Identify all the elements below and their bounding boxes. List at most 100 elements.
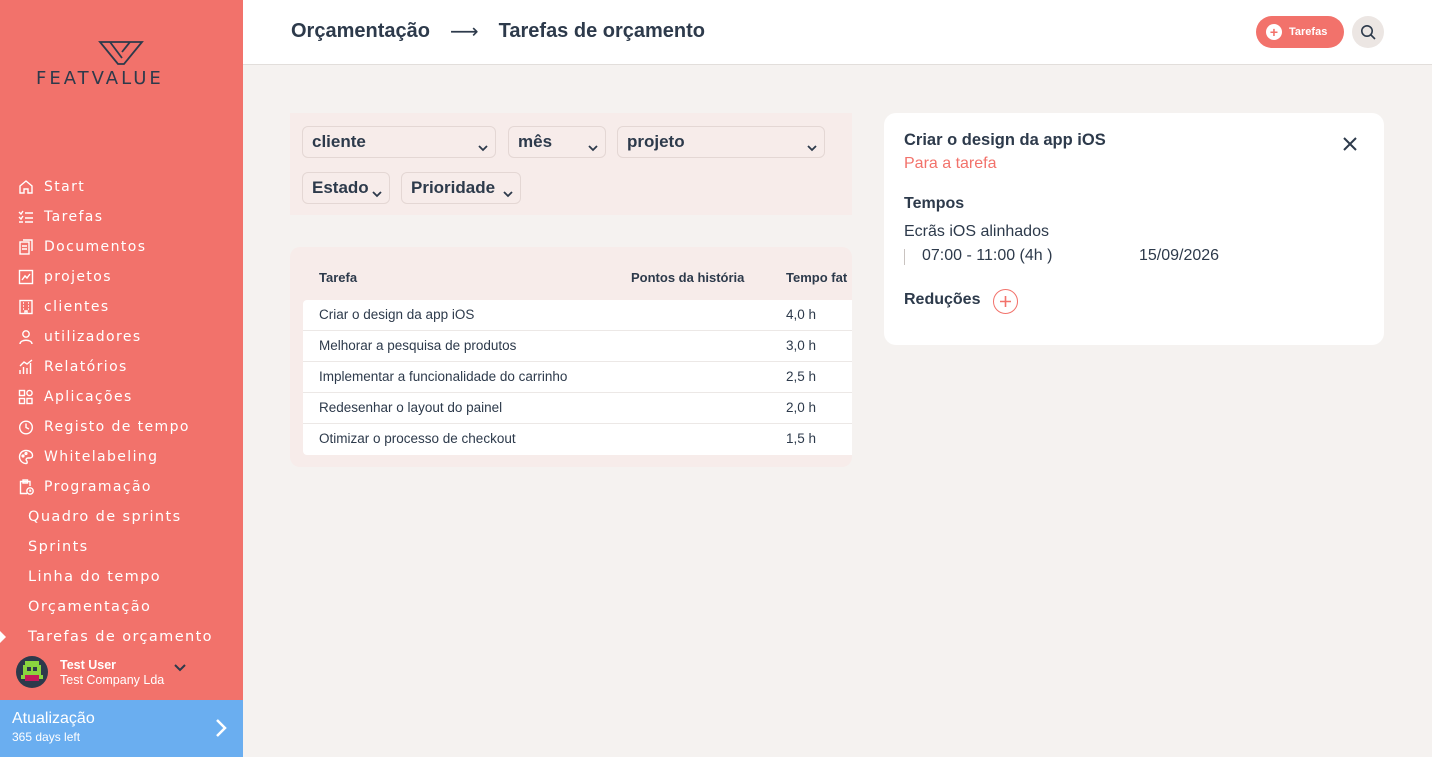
project-select-value: projeto [627, 132, 685, 151]
upgrade-title: Atualização [12, 710, 95, 727]
priority-select[interactable]: Prioridade [401, 172, 521, 204]
time-entry-date: 15/09/2026 [1139, 247, 1220, 264]
clipboard-clock-icon [17, 478, 35, 496]
logo[interactable]: FEATVALUE [36, 40, 211, 90]
status-select-value: Estado [312, 178, 369, 197]
upgrade-banner[interactable]: Atualização 365 days left [0, 700, 243, 757]
bars-icon [17, 358, 35, 376]
sidebar-item-projetos[interactable]: projetos [0, 262, 243, 292]
chevron-down-icon [478, 137, 488, 157]
table-row[interactable]: Otimizar o processo de checkout 1,5 h [303, 424, 852, 455]
close-icon[interactable] [1342, 136, 1358, 157]
sidebar-item-label: Quadro de sprints [28, 509, 182, 525]
avatar [16, 656, 48, 688]
sidebar-item-label: clientes [44, 299, 110, 315]
column-header-tarefa[interactable]: Tarefa [319, 270, 357, 285]
sidebar-item-label: projetos [44, 269, 112, 285]
task-name: Redesenhar o layout do painel [319, 400, 503, 415]
sidebar-item-label: Relatórios [44, 359, 128, 375]
sidebar-subitem-tarefas-de-orcamento[interactable]: Tarefas de orçamento [0, 622, 243, 652]
sidebar-item-label: Sprints [28, 539, 89, 555]
logo-text: FEATVALUE [36, 68, 164, 89]
breadcrumb-item-orcamentacao[interactable]: Orçamentação [291, 20, 430, 43]
user-name: Test User [60, 657, 117, 672]
chevron-down-icon [503, 183, 513, 203]
breadcrumb: Orçamentação ⟶ Tarefas de orçamento [291, 19, 705, 43]
status-select[interactable]: Estado [302, 172, 390, 204]
month-select[interactable]: mês [508, 126, 606, 158]
sidebar-item-aplicacoes[interactable]: Aplicações [0, 382, 243, 412]
user-company: Test Company Lda [60, 672, 165, 687]
sidebar-item-label: Registo de tempo [44, 419, 190, 435]
chevron-down-icon[interactable] [174, 659, 186, 677]
sidebar-item-tarefas[interactable]: Tarefas [0, 202, 243, 232]
sidebar-item-label: Orçamentação [28, 599, 152, 615]
chevron-down-icon [588, 137, 598, 157]
sidebar-subitem-sprints[interactable]: Sprints [0, 532, 243, 562]
chart-icon [17, 268, 35, 286]
table-row[interactable]: Criar o design da app iOS 4,0 h [303, 300, 852, 331]
top-header: Orçamentação ⟶ Tarefas de orçamento + Ta… [243, 0, 1432, 65]
priority-select-value: Prioridade [411, 178, 496, 197]
filters-panel: cliente mês projeto Estado Prioridade [290, 113, 852, 215]
sidebar-nav: Start Tarefas Documentos projetos client… [0, 172, 243, 652]
sidebar-subitem-orcamentacao[interactable]: Orçamentação [0, 592, 243, 622]
task-time: 4,0 h [786, 307, 817, 322]
palette-icon [17, 448, 35, 466]
user-menu[interactable]: Test User Test Company Lda [16, 652, 236, 692]
pixel-avatar-icon [21, 661, 43, 681]
sidebar-subitem-linha-do-tempo[interactable]: Linha do tempo [0, 562, 243, 592]
add-task-button[interactable]: + Tarefas [1256, 16, 1344, 48]
sidebar-subitem-quadro-de-sprints[interactable]: Quadro de sprints [0, 502, 243, 532]
logo-mark-icon [98, 41, 144, 65]
go-to-task-link[interactable]: Para a tarefa [904, 155, 997, 173]
search-icon [1361, 25, 1376, 40]
sidebar-item-documentos[interactable]: Documentos [0, 232, 243, 262]
plus-icon [1000, 296, 1011, 307]
chevron-down-icon [372, 183, 382, 203]
task-time: 2,5 h [786, 369, 817, 384]
table-body: Criar o design da app iOS 4,0 h Melhorar… [303, 300, 852, 455]
sidebar-item-label: Tarefas de orçamento [28, 629, 213, 645]
sidebar-item-relatorios[interactable]: Relatórios [0, 352, 243, 382]
sidebar-item-registo-de-tempo[interactable]: Registo de tempo [0, 412, 243, 442]
plus-icon: + [1266, 24, 1282, 40]
project-select[interactable]: projeto [617, 126, 825, 158]
building-icon [17, 298, 35, 316]
column-header-tempo[interactable]: Tempo fat [786, 270, 847, 285]
add-reduction-button[interactable] [993, 289, 1018, 314]
sidebar-item-label: Documentos [44, 239, 147, 255]
breadcrumb-item-current: Tarefas de orçamento [498, 19, 706, 42]
reductions-heading: Reduções [904, 291, 981, 308]
sidebar-item-clientes[interactable]: clientes [0, 292, 243, 322]
search-button[interactable] [1352, 16, 1384, 48]
checklist-icon [17, 208, 35, 226]
time-entry-label: Ecrãs iOS alinhados [904, 223, 1049, 240]
client-select[interactable]: cliente [302, 126, 496, 158]
column-header-pontos[interactable]: Pontos da história [631, 270, 744, 285]
upgrade-days-left: 365 days left [12, 730, 81, 744]
timer-icon [17, 418, 35, 436]
sidebar-item-whitelabeling[interactable]: Whitelabeling [0, 442, 243, 472]
sidebar-item-label: Aplicações [44, 389, 133, 405]
client-select-value: cliente [312, 132, 366, 151]
sidebar-item-label: Whitelabeling [44, 449, 159, 465]
times-heading: Tempos [904, 195, 965, 212]
task-time: 2,0 h [786, 400, 817, 415]
arrow-right-icon: ⟶ [449, 19, 479, 43]
month-select-value: mês [518, 132, 553, 151]
table-row[interactable]: Redesenhar o layout do painel 2,0 h [303, 393, 852, 424]
sidebar-item-start[interactable]: Start [0, 172, 243, 202]
task-time: 1,5 h [786, 431, 817, 446]
time-entry-range: 07:00 - 11:00 (4h ) [922, 247, 1053, 264]
sidebar-item-programacao[interactable]: Programação [0, 472, 243, 502]
sidebar-item-utilizadores[interactable]: utilizadores [0, 322, 243, 352]
table-row[interactable]: Melhorar a pesquisa de produtos 3,0 h [303, 331, 852, 362]
home-icon [17, 178, 35, 196]
table-row[interactable]: Implementar a funcionalidade do carrinho… [303, 362, 852, 393]
add-task-button-label: Tarefas [1289, 26, 1328, 38]
task-name: Criar o design da app iOS [319, 307, 475, 322]
task-name: Implementar a funcionalidade do carrinho [319, 369, 568, 384]
documents-icon [17, 238, 35, 256]
sidebar-item-label: utilizadores [44, 329, 142, 345]
